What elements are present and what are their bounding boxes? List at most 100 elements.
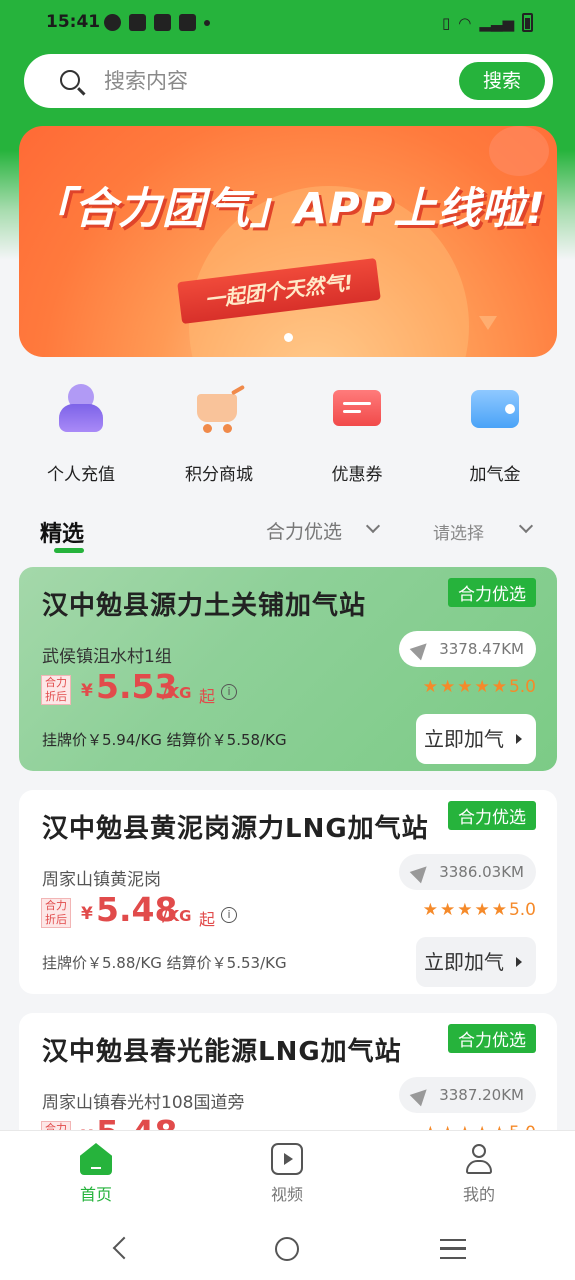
- vibrate-icon: ▯: [442, 13, 451, 32]
- quick-action-label: 个人充值: [47, 465, 115, 485]
- rating-value: 5.0: [508, 900, 536, 920]
- search-button[interactable]: 搜索: [459, 62, 545, 100]
- tab-label: 视频: [270, 1185, 303, 1204]
- bottom-tab-bar: 首页 视频 我的: [0, 1130, 575, 1218]
- tab-label: 首页: [79, 1185, 112, 1204]
- price-details: 挂牌价￥5.88/KG 结算价￥5.53/KG: [42, 954, 287, 972]
- chevron-right-icon: [516, 957, 522, 967]
- wifi-icon: ◠: [458, 13, 472, 32]
- station-name: 汉中勉县源力土关铺加气站: [42, 591, 367, 621]
- refuel-label: 立即加气: [424, 950, 504, 974]
- price-unit: /KG: [162, 684, 192, 702]
- chevron-right-icon: [516, 734, 522, 744]
- notification-icons: [104, 14, 210, 31]
- user-icon: [463, 1143, 495, 1175]
- brand-dropdown[interactable]: 合力优选: [266, 517, 342, 544]
- banner-decoration: [479, 316, 497, 330]
- tab-featured[interactable]: 精选: [40, 516, 84, 548]
- search-bar: 搜索: [24, 54, 553, 108]
- tab-video[interactable]: 视频: [237, 1143, 337, 1205]
- quick-action-recharge[interactable]: 个人充值: [16, 380, 146, 485]
- station-card[interactable]: 汉中勉县黄泥岗源力LNG加气站 合力优选 周家山镇黄泥岗 3386.03KM 合…: [19, 790, 557, 994]
- distance-value: 3387.20KM: [439, 1086, 524, 1104]
- star-icons: ★★★★★: [422, 900, 509, 920]
- system-nav-bar: [0, 1218, 575, 1280]
- region-dropdown[interactable]: 请选择: [433, 519, 484, 544]
- search-icon: [60, 70, 80, 90]
- currency-symbol: ¥: [81, 904, 93, 924]
- refuel-now-button[interactable]: 立即加气: [416, 937, 536, 987]
- quick-action-points-mall[interactable]: 积分商城: [154, 380, 284, 485]
- message-icon: [154, 14, 171, 31]
- status-bar: 15:41 ▯ ◠ ▂▃▅: [0, 0, 575, 46]
- quick-action-gas-fund[interactable]: 加气金: [430, 380, 560, 485]
- video-icon: [271, 1143, 303, 1175]
- distance-button[interactable]: 3387.20KM: [399, 1077, 536, 1113]
- station-badge: 合力优选: [448, 578, 536, 607]
- refuel-now-button[interactable]: 立即加气: [416, 714, 536, 764]
- distance-value: 3378.47KM: [439, 640, 524, 658]
- app-notification-icon: [104, 14, 121, 31]
- navigation-icon: [409, 1083, 433, 1107]
- discount-tag: 合力 折后: [41, 898, 71, 928]
- status-time: 15:41: [46, 12, 101, 32]
- quick-actions: 个人充值 积分商城 优惠券 加气金: [0, 380, 575, 490]
- distance-button[interactable]: 3386.03KM: [399, 854, 536, 890]
- navigation-icon: [409, 637, 433, 661]
- star-icons: ★★★★★: [422, 677, 509, 697]
- info-icon[interactable]: i: [221, 907, 237, 923]
- rating-stars: ★★★★★5.0: [423, 677, 536, 697]
- price-from-label: 起: [199, 910, 216, 929]
- station-name: 汉中勉县黄泥岗源力LNG加气站: [42, 814, 429, 844]
- station-address: 武侯镇沮水村1组: [42, 647, 172, 667]
- station-address: 周家山镇黄泥岗: [42, 870, 161, 890]
- price-details: 挂牌价￥5.94/KG 结算价￥5.58/KG: [42, 731, 287, 749]
- quick-action-label: 积分商城: [185, 465, 253, 485]
- tab-home[interactable]: 首页: [46, 1143, 146, 1205]
- battery-icon: [522, 13, 533, 32]
- price-unit: /KG: [162, 907, 192, 925]
- chevron-down-icon[interactable]: [518, 518, 534, 534]
- price-from-label: 起: [199, 687, 216, 706]
- currency-symbol: ¥: [81, 681, 93, 701]
- menu-icon[interactable]: [440, 1239, 466, 1259]
- banner-headline: 「合力团气」APP上线啦!: [30, 184, 546, 234]
- refuel-label: 立即加气: [424, 727, 504, 751]
- chevron-down-icon[interactable]: [365, 518, 381, 534]
- system-icons: ▯ ◠ ▂▃▅: [442, 13, 533, 32]
- rating-value: 5.0: [508, 677, 536, 697]
- cart-icon: [191, 380, 247, 436]
- message-icon: [129, 14, 146, 31]
- wallet-icon: [467, 380, 523, 436]
- station-badge: 合力优选: [448, 1024, 536, 1053]
- promo-banner[interactable]: 「合力团气」APP上线啦! 一起团个天然气!: [19, 126, 557, 357]
- distance-value: 3386.03KM: [439, 863, 524, 881]
- tab-label: 我的: [462, 1185, 495, 1204]
- tab-indicator: [54, 548, 84, 553]
- signal-icon: ▂▃▅: [479, 13, 514, 32]
- quick-action-coupons[interactable]: 优惠券: [292, 380, 422, 485]
- message-icon: [179, 14, 196, 31]
- more-notifications-icon: [204, 19, 210, 26]
- search-input[interactable]: [104, 62, 454, 100]
- rating-stars: ★★★★★5.0: [423, 900, 536, 920]
- banner-decoration: [489, 126, 549, 176]
- carousel-indicator: [284, 333, 293, 342]
- station-name: 汉中勉县春光能源LNG加气站: [42, 1037, 402, 1067]
- quick-action-label: 加气金: [469, 465, 521, 485]
- user-icon: [53, 380, 109, 436]
- station-card[interactable]: 汉中勉县源力土关铺加气站 合力优选 武侯镇沮水村1组 3378.47KM 合力折…: [19, 567, 557, 771]
- discount-tag: 合力 折后: [41, 675, 71, 705]
- coupon-icon: [329, 380, 385, 436]
- info-icon[interactable]: i: [221, 684, 237, 700]
- home-icon: [80, 1143, 112, 1175]
- quick-action-label: 优惠券: [331, 465, 383, 485]
- navigation-icon: [409, 860, 433, 884]
- station-badge: 合力优选: [448, 801, 536, 830]
- back-icon[interactable]: [112, 1236, 136, 1260]
- station-address: 周家山镇春光村108国道旁: [42, 1093, 245, 1113]
- home-circle-icon[interactable]: [275, 1237, 299, 1261]
- distance-button[interactable]: 3378.47KM: [399, 631, 536, 667]
- tab-profile[interactable]: 我的: [429, 1143, 529, 1205]
- filter-bar: 精选 合力优选 请选择: [0, 502, 575, 566]
